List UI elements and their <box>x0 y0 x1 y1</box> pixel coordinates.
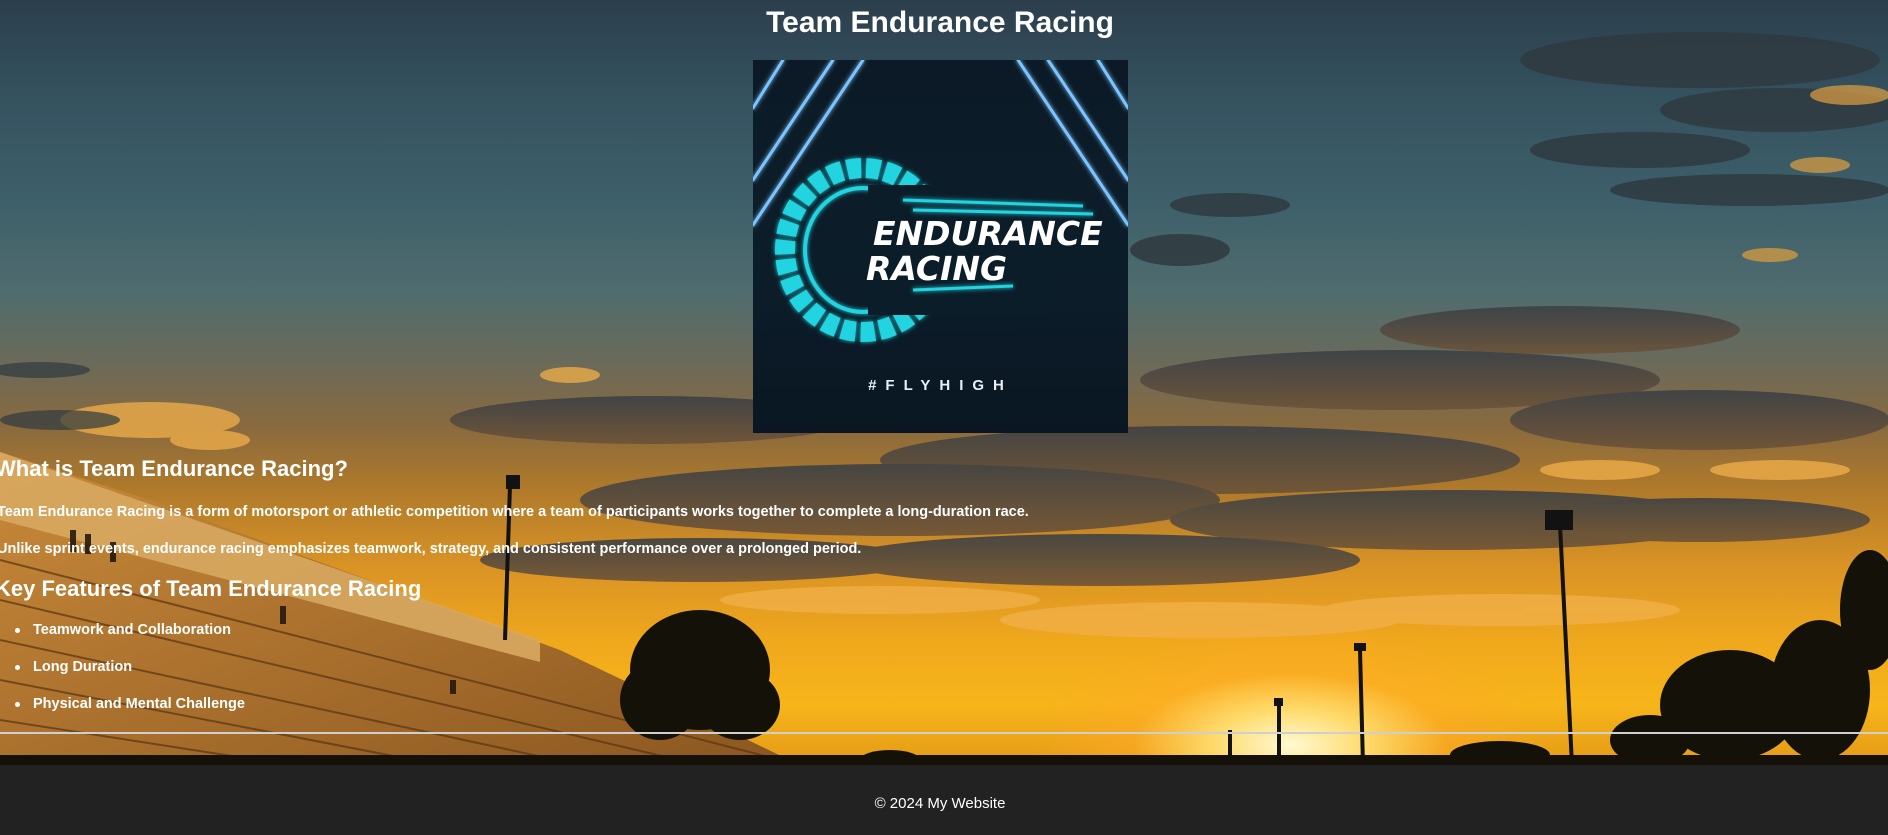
page: Team Endurance Racing ENDURANCE RACING #… <box>0 0 1888 835</box>
list-item: Teamwork and Collaboration <box>0 621 245 658</box>
features-heading: Key Features of Team Endurance Racing <box>0 576 422 601</box>
divider <box>0 732 1888 734</box>
about-heading: What is Team Endurance Racing? <box>0 456 348 481</box>
about-paragraph-1: Team Endurance Racing is a form of motor… <box>0 504 1029 520</box>
footer: © 2024 My Website <box>0 765 1888 835</box>
copyright-text: © 2024 My Website <box>874 795 1006 812</box>
features-list: Teamwork and Collaboration Long Duration… <box>0 621 245 732</box>
about-paragraph-2: Unlike sprint events, endurance racing e… <box>0 541 862 557</box>
list-item: Physical and Mental Challenge <box>0 695 245 732</box>
logo-hashtag: #FLYHIGH <box>868 377 1013 394</box>
endurance-racing-logo: ENDURANCE RACING #FLYHIGH <box>753 60 1128 433</box>
logo-text-racing: RACING <box>866 249 1007 288</box>
list-item: Long Duration <box>0 658 245 695</box>
logo-text-endurance: ENDURANCE <box>873 214 1103 253</box>
page-title: Team Endurance Racing <box>766 6 1114 39</box>
